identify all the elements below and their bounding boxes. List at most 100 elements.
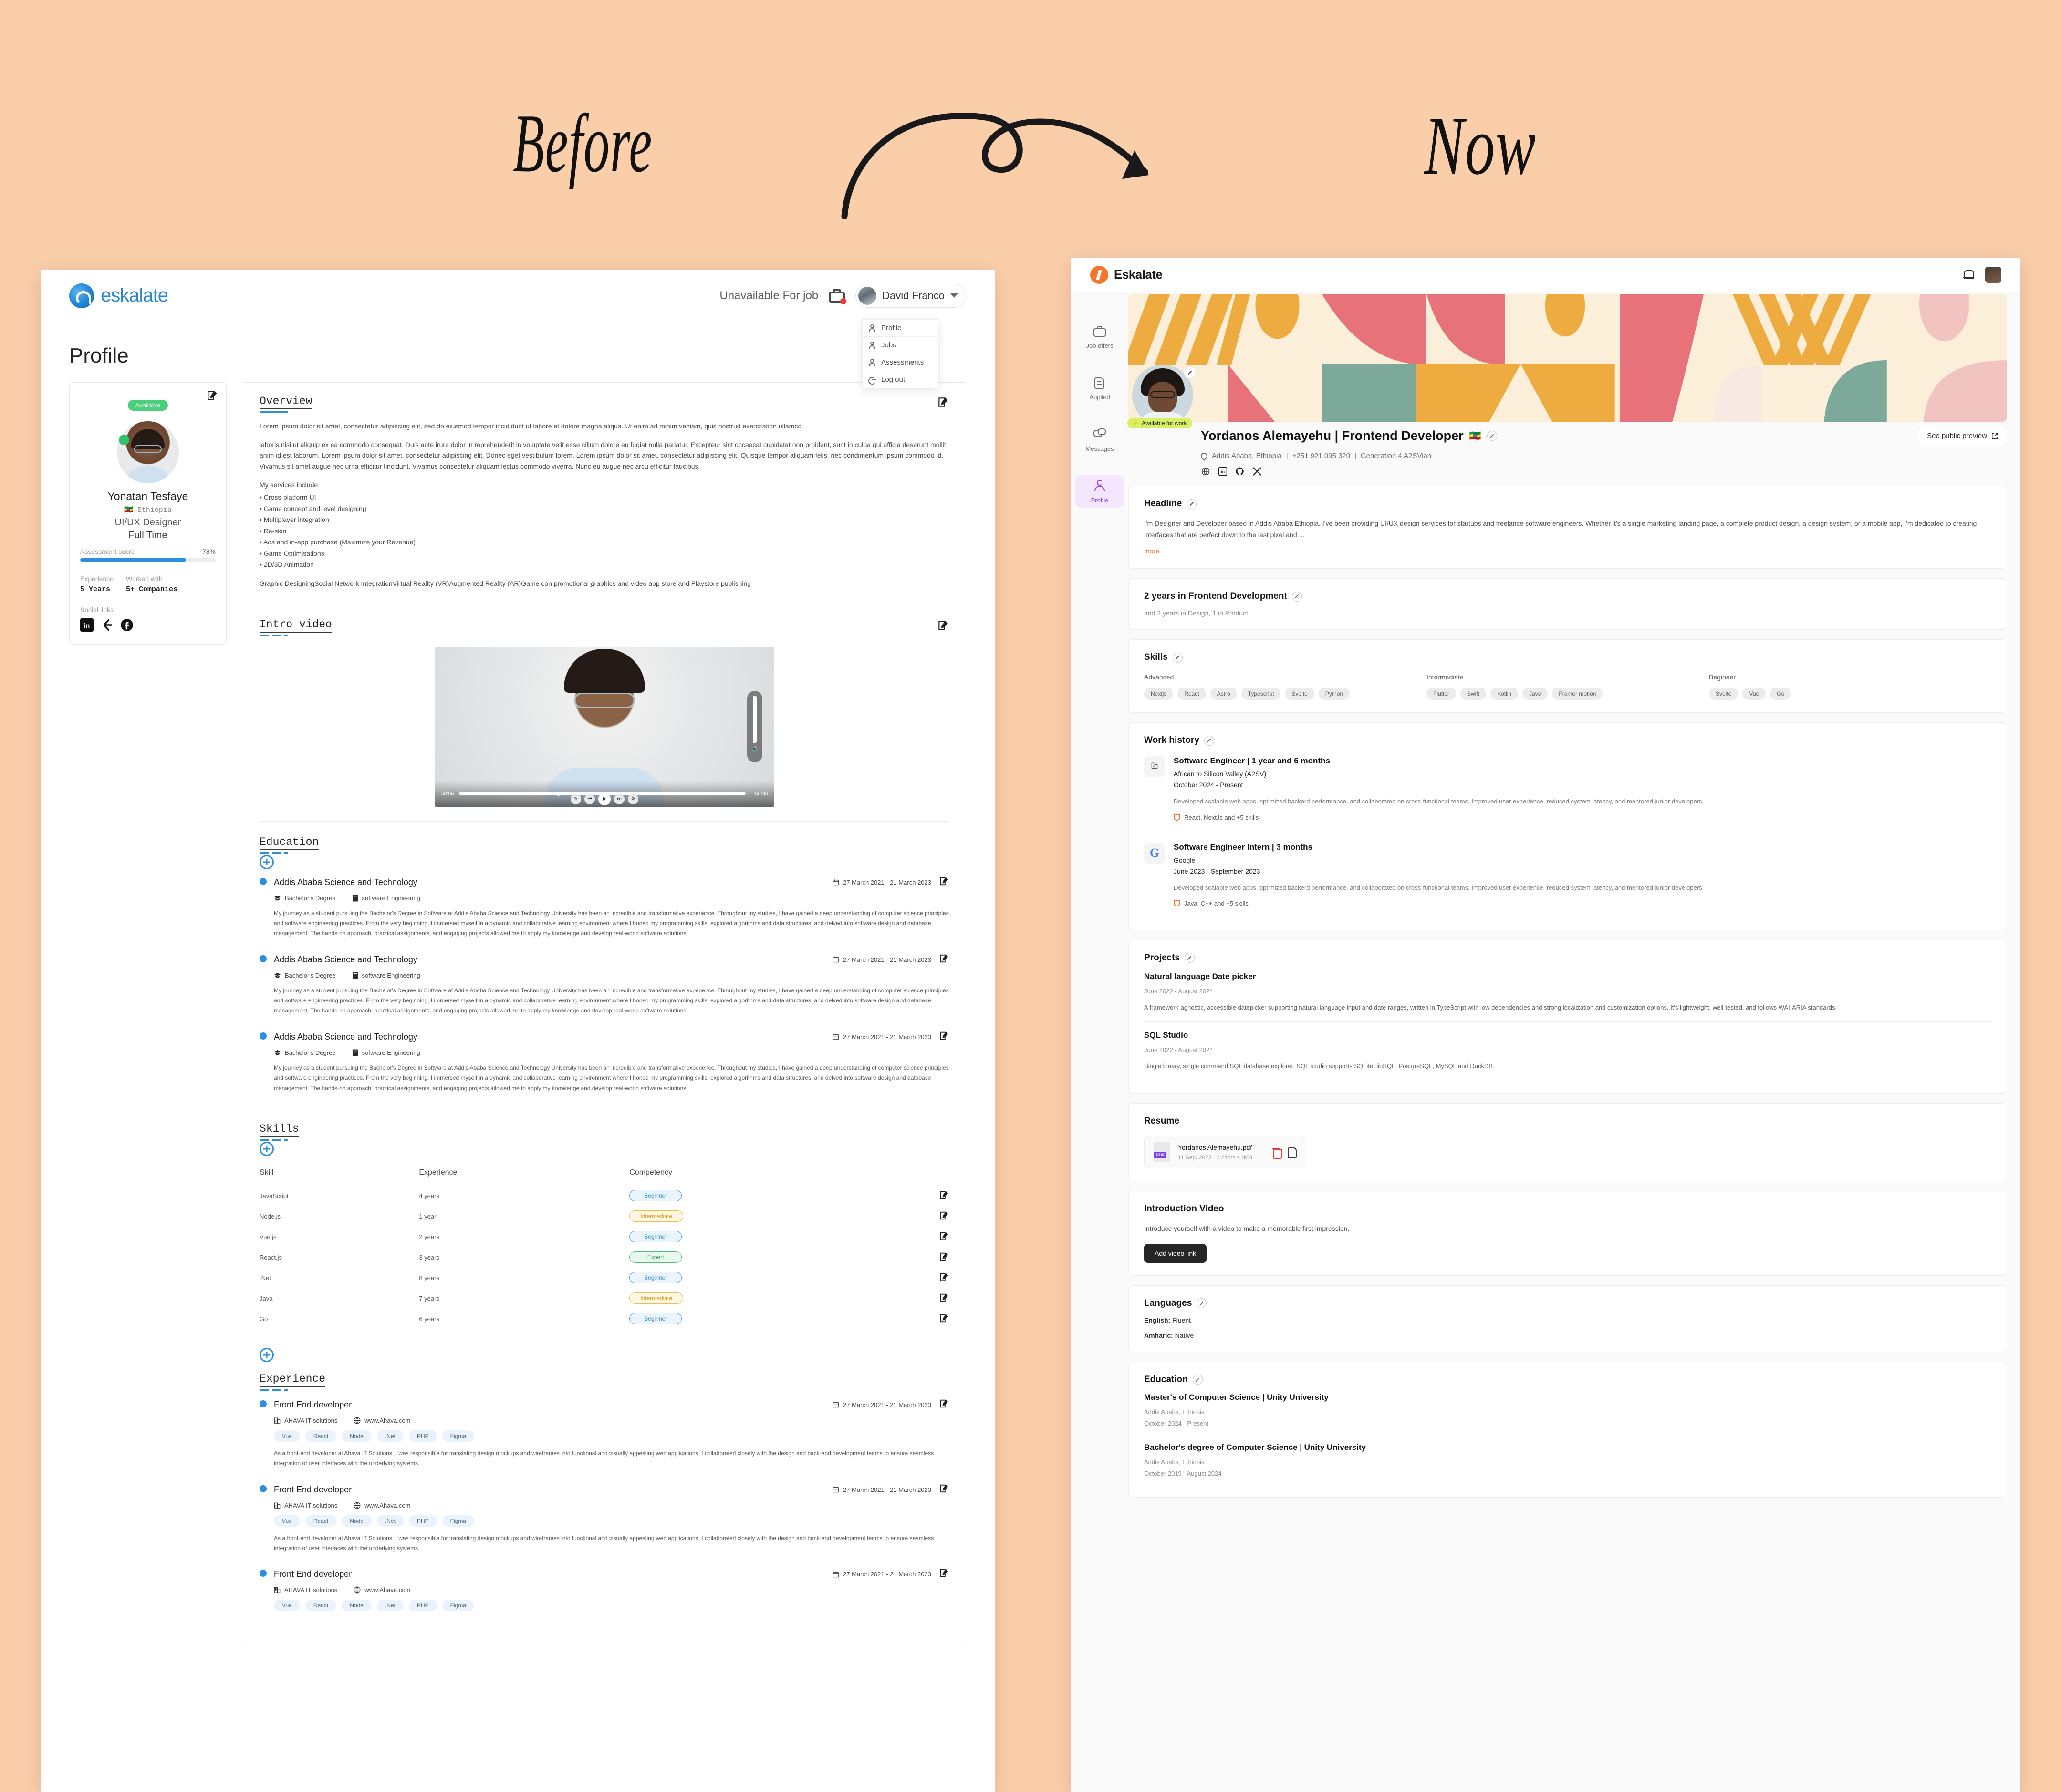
experience-website[interactable]: www.Ahava.com [354, 1586, 410, 1594]
edit-projects-icon[interactable] [1184, 953, 1195, 963]
sidebar-item-messages[interactable]: Messages [1075, 424, 1124, 456]
globe-icon[interactable] [1201, 467, 1210, 476]
project-entry: SQL Studio June 2022 - August 2024 Single … [1144, 1021, 1991, 1080]
bell-icon[interactable] [1962, 269, 1974, 281]
edit-skill-icon[interactable] [926, 1288, 949, 1309]
edit-experience-icon[interactable] [939, 1483, 949, 1496]
experience-website[interactable]: www.Ahava.com [354, 1417, 410, 1424]
table-row: Go 6 years Beginner [260, 1309, 949, 1329]
settings-icon[interactable]: ⚙ [628, 793, 638, 804]
leetcode-icon[interactable] [100, 618, 114, 632]
headline-card: Headline I'm Designer and Developer base… [1128, 486, 2007, 569]
edit-skills-icon[interactable] [1172, 652, 1183, 663]
menu-item-jobs[interactable]: Jobs [863, 337, 938, 354]
education-list: Addis Ababa Science and Technology 27 Mar… [260, 876, 949, 1094]
experience-company: AHAVA IT solutions [274, 1586, 337, 1594]
section-title-experience: Experience [260, 1373, 326, 1387]
edit-experience-icon[interactable] [939, 1398, 949, 1411]
volume-slider[interactable]: 🔊 [747, 690, 762, 762]
briefcase-icon[interactable] [829, 288, 847, 304]
bolt-icon: ⚡ [1132, 420, 1139, 427]
edit-overview-icon[interactable] [937, 396, 949, 408]
edit-education-icon[interactable] [939, 1031, 949, 1043]
menu-item-profile[interactable]: Profile [863, 320, 938, 337]
x-icon[interactable] [1252, 467, 1262, 476]
work-date: June 2023 - September 2023 [1174, 867, 1260, 875]
skill-name: Node.js [260, 1212, 281, 1220]
add-experience-button[interactable] [260, 1347, 274, 1362]
edit-languages-icon[interactable] [1197, 1298, 1207, 1309]
experience-description: As a front-end developer at Ahava IT Sol… [274, 1449, 934, 1467]
edit-skill-icon[interactable] [926, 1186, 949, 1206]
add-education-button[interactable] [260, 854, 274, 869]
eskalate-logo-text: Eskalate [1114, 267, 1163, 281]
github-icon[interactable] [1235, 467, 1245, 476]
linkedin-icon[interactable]: in [1218, 467, 1228, 476]
menu-item-logout[interactable]: Log out [863, 371, 938, 388]
edit-video-icon[interactable]: ✎ [571, 793, 581, 804]
languages-title: Languages [1144, 1298, 1192, 1308]
skill-experience: 1 year [419, 1212, 437, 1220]
add-skill-button[interactable] [260, 1141, 274, 1156]
edit-headline-icon[interactable] [1187, 499, 1197, 509]
experience-date: 27 March 2021 - 21 March 2023 [833, 1571, 931, 1578]
edit-work-history-icon[interactable] [1204, 735, 1214, 746]
experience-tag: Node [342, 1430, 372, 1442]
sidebar-item-applied[interactable]: Applied [1075, 372, 1124, 405]
education-location: Addis Ababa, Ethiopia [1144, 1408, 1205, 1416]
sidebar-item-profile[interactable]: Profile [1075, 475, 1124, 508]
edit-skill-icon[interactable] [926, 1247, 949, 1268]
download-icon[interactable] [1287, 1147, 1297, 1158]
edit-skill-icon[interactable] [926, 1227, 949, 1247]
education-description: My journey as a student pursuing the Bac… [274, 987, 949, 1014]
svg-text:in: in [84, 622, 90, 629]
sidebar-item-label: Applied [1089, 394, 1110, 401]
edit-skill-icon[interactable] [926, 1206, 949, 1227]
menu-item-label: Log out [881, 375, 906, 384]
overview-paragraph-2: laboris nisi ut aliquip ex ea commodo co… [260, 440, 946, 470]
headline-more-link[interactable]: more [1144, 547, 1159, 555]
resume-file-row[interactable]: PDF Yordanos Alemayehu.pdf 11 Sep, 2023 … [1144, 1136, 1306, 1168]
account-dropdown-menu[interactable]: Profile Jobs Assessments Log out [862, 319, 938, 388]
edit-education-icon[interactable] [939, 953, 949, 966]
edit-skill-icon[interactable] [926, 1268, 949, 1288]
edit-avatar-icon[interactable] [1184, 366, 1196, 379]
edit-years-icon[interactable] [1291, 591, 1302, 602]
profile-banner[interactable] [1128, 294, 2007, 422]
menu-item-label: Jobs [881, 341, 896, 349]
sidebar-item-job-offers[interactable]: Job offers [1075, 321, 1124, 353]
previous-icon[interactable]: ⏮ [584, 793, 595, 804]
edit-experience-icon[interactable] [939, 1568, 949, 1581]
overview-tail: Graphic DesigningSocial Network Integrat… [260, 579, 751, 587]
skills-column-header: Competency [629, 1168, 673, 1177]
next-icon[interactable]: ⏭ [614, 793, 625, 804]
edit-profile-title-icon[interactable] [1487, 431, 1497, 441]
eskalate-logo[interactable]: Eskalate [1090, 265, 1163, 284]
menu-item-assessments[interactable]: Assessments [863, 354, 938, 371]
facebook-icon[interactable] [120, 618, 134, 632]
edit-intro-video-icon[interactable] [937, 619, 949, 632]
experience-tag: .Net [376, 1600, 404, 1612]
see-public-preview-button[interactable]: See public preview [1918, 427, 2007, 445]
experience-website[interactable]: www.Ahava.com [354, 1502, 410, 1509]
edit-education-icon[interactable] [939, 876, 949, 889]
trash-icon[interactable] [1272, 1147, 1282, 1159]
service-item: Multiplayer integration [260, 514, 949, 526]
eskalate-logo[interactable]: eskalate [69, 283, 168, 308]
user-icon [868, 341, 876, 349]
avatar[interactable] [1985, 266, 2001, 283]
add-video-link-button[interactable]: Add video link [1144, 1243, 1207, 1263]
education-location: Addis Ababa, Ethiopia [1144, 1458, 1205, 1466]
edit-education-icon[interactable] [1192, 1375, 1203, 1385]
edit-skill-icon[interactable] [926, 1309, 949, 1329]
svg-text:in: in [1221, 469, 1225, 474]
experience-role: Front End developer [274, 1484, 352, 1494]
assessment-score-label: Assessment score [80, 548, 135, 555]
skill-tag: React [1177, 688, 1206, 700]
linkedin-icon[interactable]: in [80, 618, 94, 632]
play-icon[interactable]: ▶ [598, 792, 611, 805]
intro-video-player[interactable]: 🔊 38:56 1:56:30 ✎ ⏮ ▶ ⏭ ⚙ [435, 646, 774, 807]
edit-profile-icon[interactable] [206, 389, 219, 402]
user-menu-button[interactable]: David Franco [855, 283, 966, 308]
work-organization: African to Silicon Valley (A2SV) [1174, 770, 1267, 778]
